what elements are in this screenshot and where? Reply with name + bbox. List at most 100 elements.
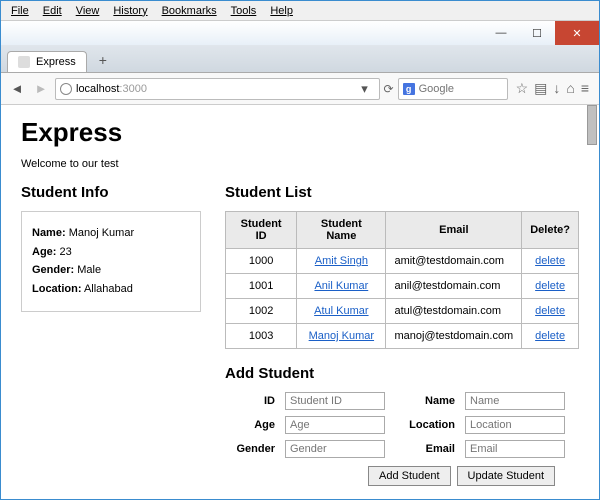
cell-id: 1002 [226,299,297,324]
col-email: Email [386,212,522,249]
dropdown-icon[interactable]: ▾ [355,79,375,99]
nav-bar: ◄ ► localhost:3000 ▾ ⟳ g ☆ ▤ ↓ ⌂ ≡ [1,73,599,105]
add-student-button[interactable]: Add Student [368,466,451,486]
cell-delete: delete [522,249,579,274]
student-link[interactable]: Atul Kumar [314,305,368,317]
page-content: Express Welcome to our test Student Info… [1,105,599,499]
menu-view[interactable]: View [70,3,106,19]
email-label: Email [395,443,455,455]
delete-link[interactable]: delete [535,330,565,342]
browser-window: File Edit View History Bookmarks Tools H… [0,0,600,500]
favicon-icon [18,56,30,68]
page-title: Express [21,117,579,148]
menu-bookmarks[interactable]: Bookmarks [156,3,223,19]
location-field[interactable] [465,416,565,434]
student-link[interactable]: Anil Kumar [314,280,368,292]
maximize-button[interactable]: ☐ [519,21,555,45]
forward-button: ► [31,79,51,99]
table-row: 1003 Manoj Kumar manoj@testdomain.com delet… [226,324,579,349]
info-location-value: Allahabad [84,283,133,295]
name-field[interactable] [465,392,565,410]
url-input[interactable]: localhost:3000 [76,83,351,95]
name-label: Name [395,395,455,407]
download-icon[interactable]: ↓ [553,80,560,97]
cell-email: atul@testdomain.com [386,299,522,324]
menu-tools[interactable]: Tools [225,3,263,19]
menu-bar: File Edit View History Bookmarks Tools H… [1,1,599,21]
menu-edit[interactable]: Edit [37,3,68,19]
gender-label: Gender [225,443,275,455]
delete-link[interactable]: delete [535,280,565,292]
table-row: 1000 Amit Singh amit@testdomain.com delete [226,249,579,274]
menu-help[interactable]: Help [264,3,299,19]
cell-name: Amit Singh [297,249,386,274]
close-button[interactable]: ✕ [555,21,599,45]
delete-link[interactable]: delete [535,305,565,317]
cell-delete: delete [522,324,579,349]
globe-icon [60,83,72,95]
cell-name: Anil Kumar [297,274,386,299]
student-list-heading: Student List [225,184,579,201]
menu-icon[interactable]: ≡ [581,80,589,97]
student-link[interactable]: Manoj Kumar [309,330,374,342]
cell-email: anil@testdomain.com [386,274,522,299]
table-row: 1002 Atul Kumar atul@testdomain.com delete [226,299,579,324]
menu-history[interactable]: History [107,3,153,19]
info-name-value: Manoj Kumar [69,227,134,239]
back-button[interactable]: ◄ [7,79,27,99]
age-field[interactable] [285,416,385,434]
info-gender-label: Gender: [32,264,74,276]
cell-id: 1000 [226,249,297,274]
cell-delete: delete [522,274,579,299]
add-student-form: ID Name Age Location Gender Email [225,392,579,458]
student-link[interactable]: Amit Singh [315,255,368,267]
tab-express[interactable]: Express [7,51,87,72]
table-row: 1001 Anil Kumar anil@testdomain.com delete [226,274,579,299]
welcome-text: Welcome to our test [21,158,579,170]
scroll-thumb[interactable] [587,105,597,145]
cell-email: manoj@testdomain.com [386,324,522,349]
cell-name: Atul Kumar [297,299,386,324]
age-label: Age [225,419,275,431]
clipboard-icon[interactable]: ▤ [534,80,547,97]
info-gender-value: Male [77,264,101,276]
student-info-box: Name: Manoj Kumar Age: 23 Gender: Male L… [21,211,201,312]
col-delete: Delete? [522,212,579,249]
home-icon[interactable]: ⌂ [566,80,574,97]
col-name: Student Name [297,212,386,249]
tab-title: Express [36,56,76,68]
cell-email: amit@testdomain.com [386,249,522,274]
update-student-button[interactable]: Update Student [457,466,555,486]
add-student-heading: Add Student [225,365,579,382]
google-icon: g [403,83,415,95]
location-label: Location [395,419,455,431]
toolbar-icons: ☆ ▤ ↓ ⌂ ≡ [512,80,593,97]
id-field[interactable] [285,392,385,410]
delete-link[interactable]: delete [535,255,565,267]
student-info-heading: Student Info [21,184,201,201]
info-location-label: Location: [32,283,82,295]
gender-field[interactable] [285,440,385,458]
col-id: Student ID [226,212,297,249]
scrollbar[interactable] [585,105,597,499]
url-bar[interactable]: localhost:3000 ▾ [55,78,380,100]
tab-bar: Express + [1,45,599,73]
reload-button[interactable]: ⟳ [384,82,394,96]
cell-id: 1003 [226,324,297,349]
email-field[interactable] [465,440,565,458]
new-tab-button[interactable]: + [91,48,115,72]
cell-delete: delete [522,299,579,324]
menu-file[interactable]: File [5,3,35,19]
student-table: Student ID Student Name Email Delete? 10… [225,211,579,349]
cell-name: Manoj Kumar [297,324,386,349]
title-bar: — ☐ ✕ [1,21,599,45]
search-bar[interactable]: g [398,78,508,100]
info-name-label: Name: [32,227,66,239]
info-age-label: Age: [32,246,56,258]
cell-id: 1001 [226,274,297,299]
bookmark-icon[interactable]: ☆ [516,80,529,97]
search-input[interactable] [419,83,489,95]
info-age-value: 23 [60,246,72,258]
minimize-button[interactable]: — [483,21,519,45]
id-label: ID [225,395,275,407]
